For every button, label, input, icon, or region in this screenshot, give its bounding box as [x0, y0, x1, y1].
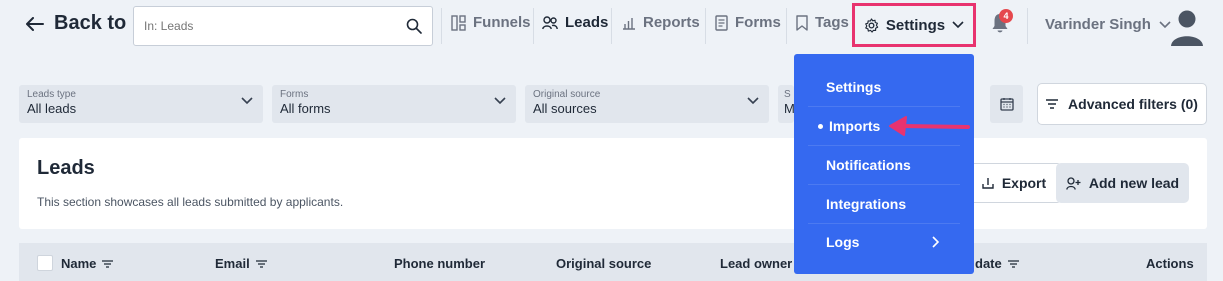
- back-button[interactable]: Back to: [26, 12, 126, 35]
- filter-label: S: [784, 89, 791, 100]
- column-label: Name: [61, 256, 97, 271]
- nav-reports[interactable]: Reports: [622, 14, 700, 31]
- chevron-right-icon: [932, 235, 940, 248]
- nav-funnels-label: Funnels: [473, 14, 531, 31]
- column-label: Lead owner: [720, 256, 793, 271]
- settings-label: Settings: [885, 16, 946, 34]
- filter-label: Leads type: [27, 89, 76, 100]
- users-icon: [542, 15, 558, 29]
- column-header-source: Original source: [556, 256, 651, 271]
- select-all-checkbox[interactable]: [37, 255, 53, 271]
- menu-item-integrations[interactable]: Integrations: [808, 185, 960, 224]
- chevron-down-icon: [241, 97, 253, 105]
- nav-forms-label: Forms: [735, 14, 781, 31]
- back-label: Back to: [54, 12, 127, 34]
- user-menu[interactable]: Varinder Singh: [1045, 16, 1171, 33]
- column-header-date[interactable]: date: [975, 256, 1019, 271]
- section-description: This section showcases all leads submitt…: [37, 195, 344, 209]
- menu-item-label: Integrations: [826, 196, 907, 212]
- sort-icon[interactable]: [1007, 259, 1019, 268]
- menu-item-label: Imports: [829, 118, 881, 134]
- sort-icon[interactable]: [255, 259, 267, 268]
- export-icon: [982, 178, 994, 189]
- export-button[interactable]: Export: [966, 163, 1062, 203]
- column-label: date: [975, 256, 1002, 271]
- filter-partial[interactable]: S M: [778, 85, 795, 123]
- gear-icon: [865, 17, 879, 33]
- menu-item-label: Logs: [826, 233, 860, 250]
- menu-item-settings[interactable]: Settings: [808, 68, 960, 107]
- column-header-name[interactable]: Name: [61, 256, 114, 271]
- funnels-icon: [451, 14, 466, 31]
- search-box[interactable]: [133, 6, 433, 46]
- advanced-filters-label: Advanced filters (0): [1068, 96, 1198, 112]
- active-dot-icon: [818, 123, 823, 129]
- column-label: Actions: [1146, 256, 1194, 271]
- nav-funnels[interactable]: Funnels: [451, 14, 531, 31]
- advanced-filters-button[interactable]: Advanced filters (0): [1037, 83, 1207, 125]
- document-icon: [715, 14, 728, 31]
- nav-divider: [786, 8, 787, 44]
- column-label: Phone number: [394, 256, 486, 271]
- notifications-button[interactable]: 4: [990, 9, 1013, 36]
- annotation-arrow-icon: [889, 116, 970, 136]
- leads-section: Leads This section showcases all leads s…: [19, 138, 1207, 229]
- calendar-icon: [999, 98, 1014, 111]
- filter-value: M: [784, 101, 795, 116]
- nav-leads-label: Leads: [565, 14, 609, 31]
- bookmark-icon: [796, 14, 808, 31]
- export-label: Export: [1001, 175, 1047, 191]
- nav-reports-label: Reports: [643, 14, 700, 31]
- filter-label: Forms: [280, 89, 309, 100]
- filter-leads-type[interactable]: Leads type All leads: [19, 85, 263, 123]
- menu-item-notifications[interactable]: Notifications: [808, 146, 960, 185]
- nav-divider: [611, 8, 612, 44]
- nav-forms[interactable]: Forms: [715, 14, 781, 31]
- chevron-down-icon: [747, 97, 759, 105]
- bar-chart-icon: [623, 17, 635, 30]
- date-picker[interactable]: [990, 85, 1023, 123]
- nav-divider: [533, 8, 534, 44]
- top-bar: Back to Funnels Leads Reports Forms Tags…: [0, 0, 1223, 52]
- column-label: Email: [215, 256, 250, 271]
- add-new-lead-button[interactable]: Add new lead: [1056, 163, 1189, 203]
- table-header: Name Email Phone number Original source …: [19, 243, 1207, 281]
- search-icon[interactable]: [406, 18, 422, 34]
- add-user-icon: [1066, 176, 1081, 190]
- nav-divider: [441, 8, 442, 44]
- nav-tags[interactable]: Tags: [796, 14, 849, 31]
- column-header-email[interactable]: Email: [215, 256, 267, 271]
- menu-item-logs[interactable]: Logs: [808, 222, 960, 261]
- user-name: Varinder Singh: [1045, 16, 1151, 33]
- column-label: Original source: [556, 256, 652, 271]
- settings-dropdown-button[interactable]: Settings: [852, 3, 976, 47]
- search-input[interactable]: [144, 19, 406, 33]
- nav-divider: [705, 8, 706, 44]
- menu-item-label: Settings: [826, 79, 882, 95]
- filter-value: All sources: [533, 101, 597, 116]
- settings-dropdown-menu: Settings Imports Notifications Integrati…: [794, 54, 974, 274]
- nav-divider: [1027, 8, 1028, 44]
- nav-leads[interactable]: Leads: [542, 14, 608, 31]
- column-header-actions: Actions: [1146, 256, 1194, 271]
- filter-label: Original source: [533, 89, 601, 100]
- avatar[interactable]: [1170, 8, 1204, 46]
- sort-icon[interactable]: [102, 259, 114, 268]
- filter-original-source[interactable]: Original source All sources: [525, 85, 769, 123]
- arrow-left-icon: [26, 16, 44, 31]
- chevron-down-icon: [494, 97, 506, 105]
- filter-icon: [1046, 99, 1059, 109]
- column-header-phone: Phone number: [394, 256, 485, 271]
- chevron-down-icon: [952, 21, 964, 29]
- filter-value: All forms: [280, 101, 331, 116]
- filter-value: All leads: [27, 101, 77, 116]
- add-new-lead-label: Add new lead: [1088, 175, 1180, 191]
- notification-badge: 4: [999, 9, 1013, 23]
- filter-forms[interactable]: Forms All forms: [272, 85, 516, 123]
- menu-item-label: Notifications: [826, 157, 911, 173]
- column-header-owner: Lead owner: [720, 256, 792, 271]
- nav-tags-label: Tags: [815, 14, 849, 31]
- page-title: Leads: [37, 157, 95, 179]
